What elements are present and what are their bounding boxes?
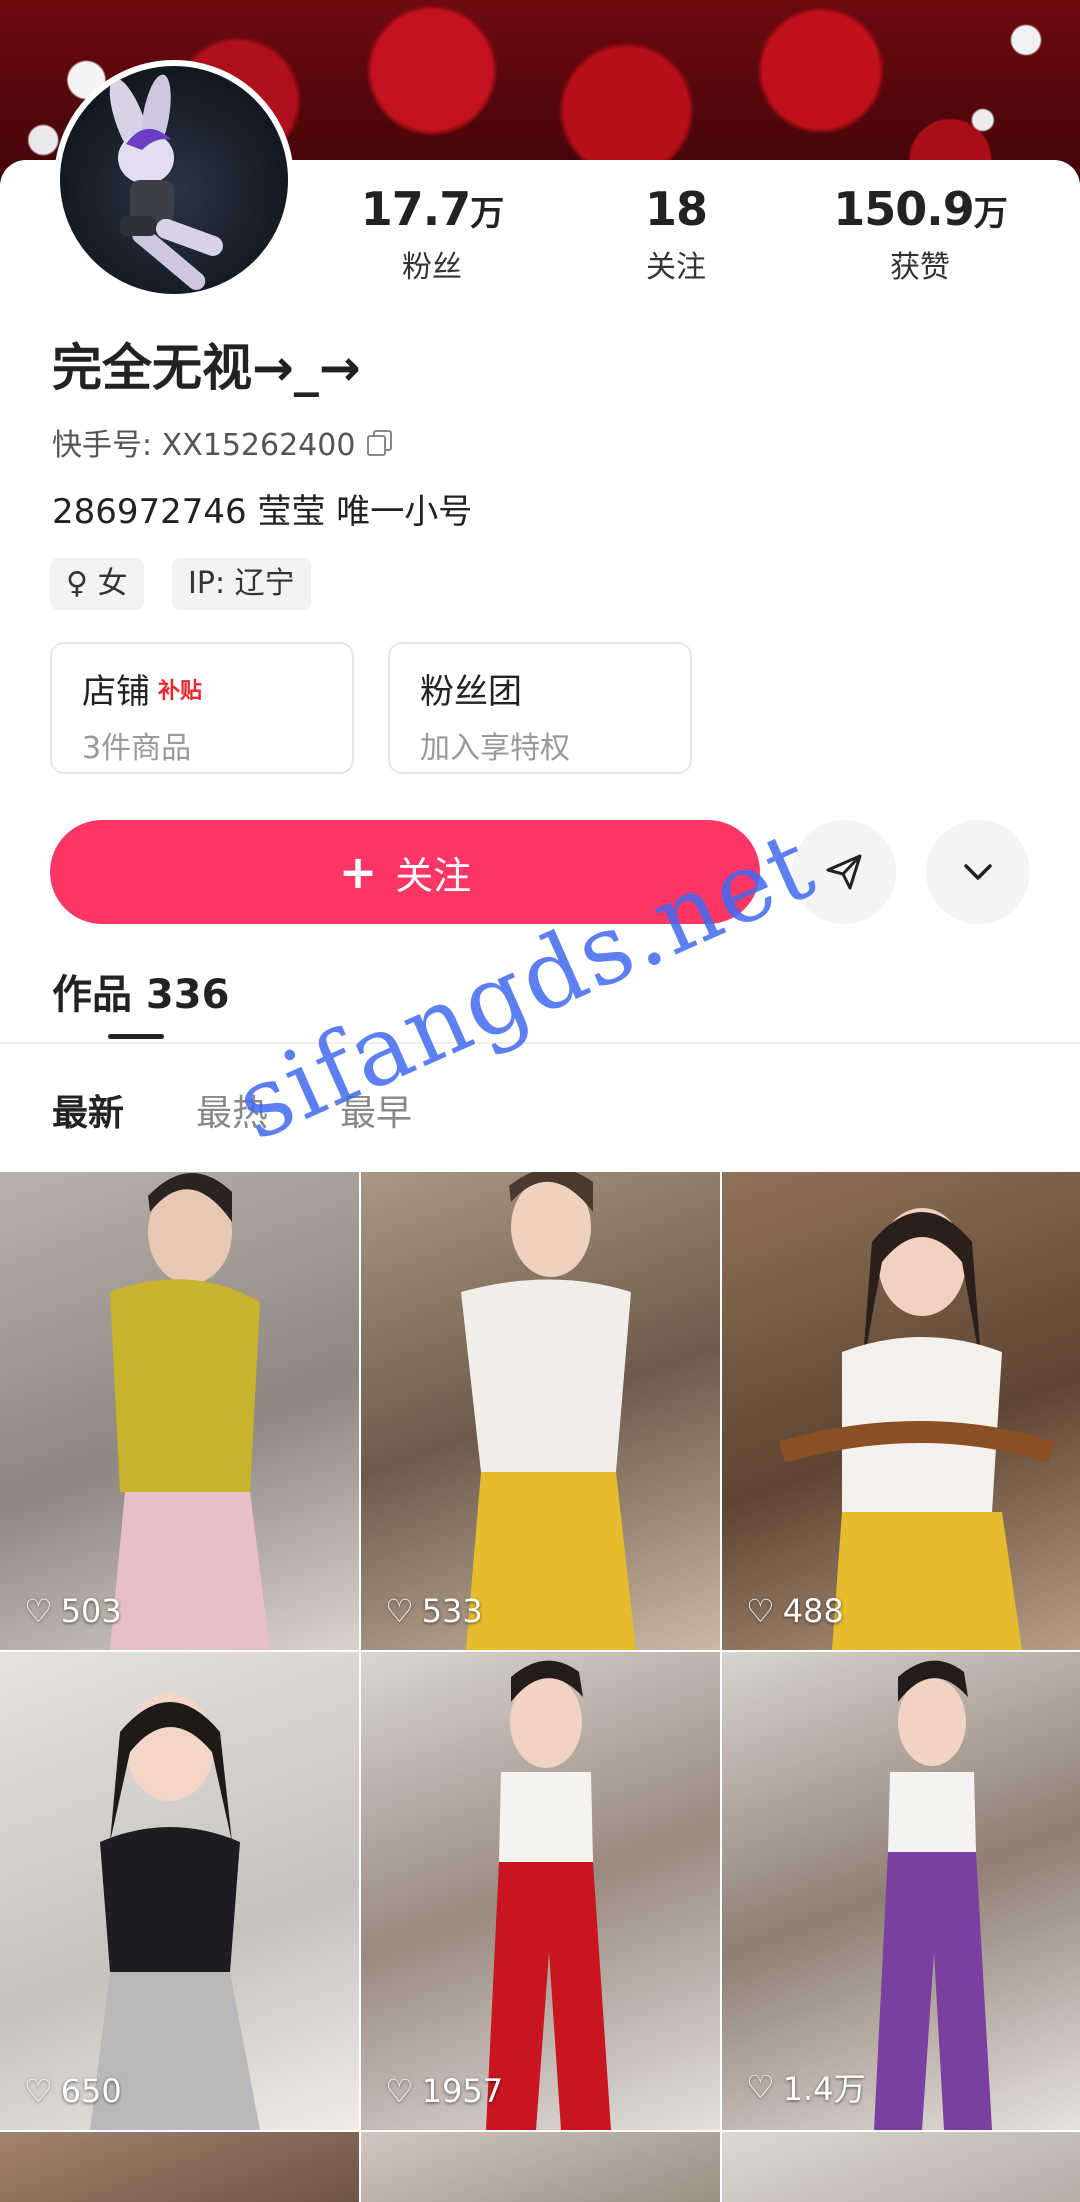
video-likes: ♡ 533 [385, 1592, 483, 1630]
stat-likes[interactable]: 150.9万 获赞 [820, 182, 1020, 286]
stat-likes-label: 获赞 [890, 250, 950, 285]
fan-club-card[interactable]: 粉丝团 加入享特权 [388, 642, 692, 774]
video-likes-count: 488 [782, 1592, 844, 1630]
video-likes: ♡ 488 [746, 1592, 844, 1630]
video-thumbnail[interactable]: ♡ 533 [361, 1172, 720, 1650]
video-thumbnail[interactable]: ♡ 650 [0, 1652, 359, 2130]
video-thumbnail[interactable] [722, 2132, 1080, 2202]
shop-card-title: 店铺 [82, 672, 150, 712]
video-thumbnail[interactable]: ♡ 1957 [361, 1652, 720, 2130]
video-thumbnail[interactable]: ♡ 1.4万 [722, 1652, 1080, 2130]
tab-works[interactable]: 作品 336 [52, 962, 229, 1020]
video-thumbnail[interactable] [0, 2132, 359, 2202]
plus-icon: + [338, 845, 378, 899]
video-likes: ♡ 650 [24, 2072, 122, 2110]
video-likes: ♡ 1.4万 [746, 2064, 866, 2110]
avatar[interactable] [54, 60, 294, 300]
video-likes-count: 1957 [421, 2072, 504, 2110]
stat-following[interactable]: 18 关注 [576, 182, 776, 286]
video-thumbnail-image [90, 1693, 260, 2130]
fan-club-card-subtitle: 加入享特权 [420, 731, 570, 766]
heart-icon: ♡ [385, 2072, 414, 2110]
send-icon [826, 854, 862, 890]
stat-followers-label: 粉丝 [402, 250, 462, 285]
shop-card-title-row: 店铺 补贴 [82, 664, 322, 713]
video-likes: ♡ 1957 [385, 2072, 503, 2110]
stat-likes-value: 150.9万 [833, 182, 1008, 236]
video-thumbnail-image [461, 1172, 636, 1650]
video-thumbnail[interactable] [361, 2132, 720, 2202]
heart-icon: ♡ [385, 1592, 414, 1630]
heart-icon: ♡ [24, 2072, 53, 2110]
female-icon: ♀ [66, 566, 88, 601]
shop-card[interactable]: 店铺 补贴 3件商品 [50, 642, 354, 774]
copy-icon[interactable] [367, 430, 393, 456]
tag-gender-label: 女 [97, 566, 128, 601]
shop-card-subtitle: 3件商品 [82, 731, 192, 766]
chevron-down-icon [964, 864, 992, 880]
heart-icon: ♡ [24, 1592, 53, 1630]
sort-latest[interactable]: 最新 [52, 1084, 124, 1136]
profile-bio: 286972746 莹莹 唯一小号 [52, 492, 473, 532]
fan-club-card-title-row: 粉丝团 [420, 664, 660, 713]
heart-icon: ♡ [746, 1592, 775, 1630]
kuaishou-id-row[interactable]: 快手号: XX15262400 [52, 420, 393, 464]
tag-ip: IP: 辽宁 [172, 558, 311, 610]
video-thumbnail-image [874, 1660, 992, 2130]
stat-following-value: 18 [644, 182, 708, 236]
video-likes-count: 503 [60, 1592, 122, 1630]
video-thumbnail[interactable]: ♡ 503 [0, 1172, 359, 1650]
video-likes: ♡ 503 [24, 1592, 122, 1630]
video-likes-count: 533 [421, 1592, 483, 1630]
video-thumbnail-image [778, 1208, 1056, 1650]
tag-gender: ♀ 女 [50, 558, 144, 610]
tab-works-underline [108, 1034, 164, 1039]
profile-name: 完全无视→_→ [52, 339, 361, 397]
kuaishou-id-text: 快手号: XX15262400 [52, 428, 356, 463]
follow-button-label: 关注 [395, 853, 472, 898]
stat-followers[interactable]: 17.7万 粉丝 [332, 182, 532, 286]
fan-club-card-title: 粉丝团 [420, 672, 522, 712]
tabs-divider [0, 1042, 1080, 1044]
video-likes-count: 1.4万 [782, 2070, 866, 2108]
subsidy-badge: 补贴 [158, 678, 203, 704]
more-options-button[interactable] [926, 820, 1030, 924]
video-likes-count: 650 [60, 2072, 122, 2110]
video-thumbnail-image [486, 1660, 611, 2130]
heart-icon: ♡ [746, 2068, 775, 2106]
stat-following-label: 关注 [646, 250, 706, 285]
video-thumbnail[interactable]: ♡ 488 [722, 1172, 1080, 1650]
video-thumbnail-image [110, 1172, 270, 1650]
stat-followers-value: 17.7万 [360, 182, 505, 236]
